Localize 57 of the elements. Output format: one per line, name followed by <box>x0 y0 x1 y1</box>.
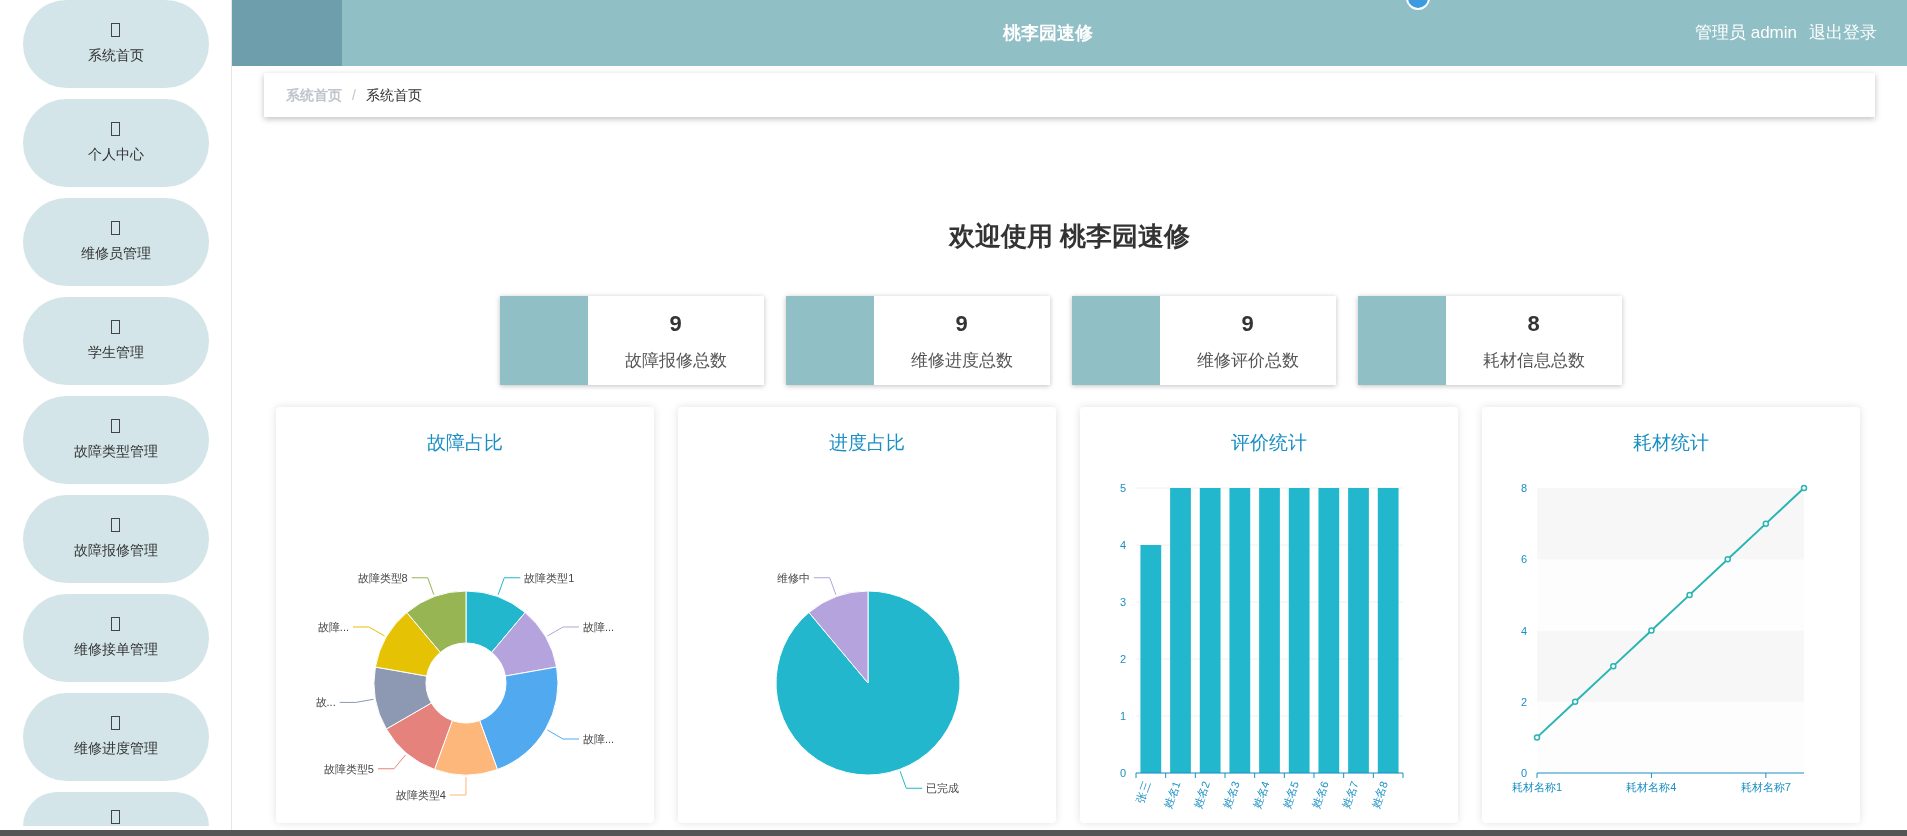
chart-title: 耗材统计 <box>1633 431 1709 455</box>
stat-value: 9 <box>955 310 968 339</box>
slice-label: 维修中 <box>776 571 810 584</box>
stat-value: 9 <box>1241 310 1254 339</box>
axis-tick-label: 2 <box>1520 695 1527 708</box>
sidebar-item-label: 个人中心 <box>87 144 144 164</box>
axis-tick-label: 耗材名称1 <box>1511 780 1563 793</box>
axis-tick-label: 4 <box>1119 538 1126 551</box>
sidebar-item-label: 维修进度管理 <box>73 738 158 758</box>
axis-tick-label: 耗材名称7 <box>1740 780 1791 793</box>
axis-tick-label: 0 <box>1119 766 1126 779</box>
slice-label: 故障类型4 <box>395 788 446 801</box>
axis-tick-label: 1 <box>1119 709 1126 722</box>
sidebar-item-label: 系统首页 <box>87 45 144 65</box>
axis-tick-label: 3 <box>1119 595 1126 608</box>
axis-tick-label: 4 <box>1520 624 1527 636</box>
axis-category-label: 姓名2 <box>1191 779 1213 810</box>
chart-title: 进度占比 <box>829 431 905 455</box>
breadcrumb-separator: / <box>352 85 356 105</box>
chart-title: 故障占比 <box>427 431 503 455</box>
axis-tick-label: 2 <box>1119 652 1126 665</box>
sidebar-item-label: 维修接单管理 <box>73 639 158 659</box>
stat-value: 8 <box>1527 310 1540 339</box>
axis-category-label: 姓名7 <box>1339 779 1361 810</box>
axis-tick-label: 8 <box>1520 481 1527 494</box>
sidebar-item-label: 故障类型管理 <box>73 441 158 461</box>
stat-label: 维修进度总数 <box>910 350 1013 373</box>
chart-title: 评价统计 <box>1231 431 1307 455</box>
axis-category-label: 姓名8 <box>1369 779 1391 810</box>
stat-label: 耗材信息总数 <box>1482 350 1585 373</box>
axis-category-label: 姓名1 <box>1161 779 1183 810</box>
axis-category-label: 姓名4 <box>1250 779 1272 810</box>
slice-label: 故... <box>315 695 336 708</box>
axis-tick-label: 6 <box>1520 552 1527 565</box>
welcome-heading: 欢迎使用 桃李园速修 <box>947 220 1192 253</box>
user-label: 管理员 admin <box>1694 22 1797 45</box>
sidebar-item-label: 维修员管理 <box>80 243 151 263</box>
stat-label: 故障报修总数 <box>624 350 727 373</box>
axis-tick-label: 5 <box>1119 481 1126 494</box>
slice-label: 故障... <box>583 732 615 745</box>
axis-category-label: 张三 <box>1133 779 1153 804</box>
axis-category-label: 姓名3 <box>1220 779 1242 810</box>
slice-label: 已完成 <box>926 781 960 794</box>
slice-label: 故障类型1 <box>524 571 575 584</box>
app-title: 桃李园速修 <box>1003 21 1094 45</box>
slice-label: 故障... <box>317 620 349 633</box>
stat-label: 维修评价总数 <box>1196 350 1299 373</box>
sidebar-item-label: 学生管理 <box>87 342 144 362</box>
axis-tick-label: 耗材名称4 <box>1626 780 1677 793</box>
slice-label: 故障类型8 <box>357 571 408 584</box>
axis-tick-label: 0 <box>1520 766 1527 779</box>
stat-value: 9 <box>669 310 682 339</box>
sidebar-item-label: 故障报修管理 <box>73 540 158 560</box>
slice-label: 故障... <box>583 620 615 633</box>
axis-category-label: 姓名6 <box>1309 779 1331 810</box>
axis-category-label: 姓名5 <box>1280 779 1302 810</box>
slice-label: 故障类型5 <box>323 762 374 775</box>
